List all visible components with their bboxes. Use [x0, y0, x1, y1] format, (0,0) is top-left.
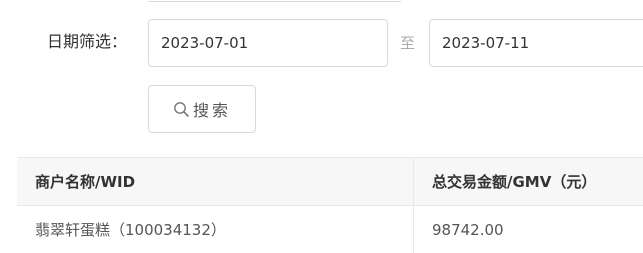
date-range-separator: 至	[400, 34, 416, 52]
merchant-gmv-table: 商户名称/WID 总交易金额/GMV（元） 翡翠轩蛋糕（100034132） 9…	[17, 157, 643, 253]
page: 日期筛选： 至 搜索 商户名称/WID 总交易金额/GMV（元） 翡翠轩蛋糕（1…	[0, 0, 643, 253]
top-input-edge	[148, 0, 401, 2]
search-icon	[173, 101, 190, 118]
search-button[interactable]: 搜索	[148, 85, 256, 133]
table-row: 翡翠轩蛋糕（100034132） 98742.00	[17, 206, 643, 253]
gmv-cell: 98742.00	[432, 220, 504, 239]
search-button-label: 搜索	[192, 101, 231, 120]
column-header-gmv: 总交易金额/GMV（元）	[432, 173, 597, 191]
date-filter-label: 日期筛选：	[47, 32, 128, 51]
end-date-input[interactable]	[429, 19, 643, 67]
merchant-name-cell: 翡翠轩蛋糕（100034132）	[17, 206, 414, 253]
table-header-row: 商户名称/WID 总交易金额/GMV（元）	[17, 158, 643, 206]
column-header-merchant: 商户名称/WID	[17, 158, 414, 205]
start-date-input[interactable]	[148, 19, 388, 67]
